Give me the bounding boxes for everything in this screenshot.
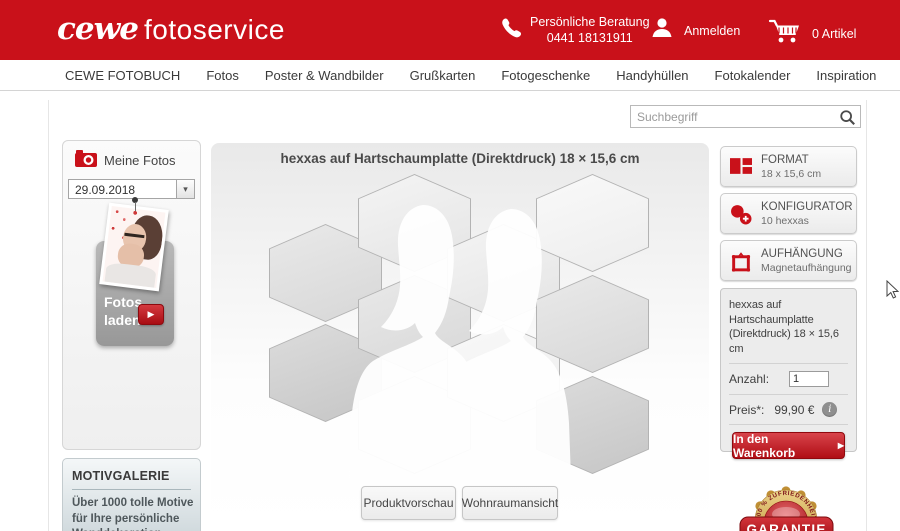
divider xyxy=(729,394,848,395)
main-nav: CEWE FOTOBUCH Fotos Poster & Wandbilder … xyxy=(0,60,900,91)
photo-date-value: 29.09.2018 xyxy=(75,183,136,197)
logo-script: cewe xyxy=(57,11,139,47)
nav-item-fotos[interactable]: Fotos xyxy=(206,68,239,83)
format-icon xyxy=(730,157,752,180)
hanging-value: Magnetaufhängung xyxy=(761,262,852,274)
photo-date-select[interactable]: 29.09.2018 ▾ xyxy=(68,179,195,199)
nav-item-fotogeschenke[interactable]: Fotogeschenke xyxy=(501,68,590,83)
phone-number: 0441 18131911 xyxy=(546,31,633,45)
search-icon[interactable] xyxy=(839,109,856,131)
add-to-cart-label: In den Warenkorb xyxy=(733,431,796,460)
configurator-icon xyxy=(730,204,752,230)
room-view-button[interactable]: Wohnraumansicht xyxy=(462,486,558,520)
sample-photo[interactable] xyxy=(99,202,169,292)
product-title: hexxas auf Hartschaumplatte (Direktdruck… xyxy=(280,151,640,166)
configurator-value: 10 hexxas xyxy=(761,215,809,227)
pin-icon xyxy=(131,197,139,211)
motivgalerie-text: Über 1000 tolle Motive für Ihre persönli… xyxy=(72,497,194,531)
login-button[interactable]: Anmelden xyxy=(650,16,740,45)
search-box xyxy=(630,105,861,128)
product-preview-button[interactable]: Produktvorschau xyxy=(361,486,456,520)
nav-item-grusskarten[interactable]: Grußkarten xyxy=(410,68,476,83)
search-input[interactable] xyxy=(631,106,836,127)
nav-item-fotobuch[interactable]: CEWE FOTOBUCH xyxy=(65,68,180,83)
price-value: 99,90 € xyxy=(774,402,815,417)
quantity-label: Anzahl: xyxy=(729,372,770,386)
configurator-option[interactable]: KONFIGURATOR 10 hexxas xyxy=(720,193,857,234)
format-option[interactable]: FORMAT 18 x 15,6 cm xyxy=(720,146,857,187)
hanging-icon xyxy=(730,251,752,278)
nav-item-inspiration[interactable]: Inspiration xyxy=(816,68,876,83)
nav-item-fotokalender[interactable]: Fotokalender xyxy=(715,68,791,83)
play-icon: ▶ xyxy=(138,304,164,325)
quantity-input[interactable] xyxy=(789,371,830,387)
cursor-icon xyxy=(886,280,900,299)
nav-item-handyhuellen[interactable]: Handyhüllen xyxy=(616,68,688,83)
motivgalerie-title: MOTIVGALERIE xyxy=(72,469,191,490)
product-summary: hexxas auf Hartschaumplatte (Direktdruck… xyxy=(720,288,857,460)
price-label: Preis*: xyxy=(729,402,765,417)
cart-button[interactable]: 0 Artikel xyxy=(768,18,856,49)
logo-text: fotoservice xyxy=(144,14,285,45)
product-preview-panel: hexxas auf Hartschaumplatte (Direktdruck… xyxy=(211,143,709,531)
account-icon xyxy=(650,16,674,45)
header: cewe fotoservice Persönliche Beratung 044… xyxy=(0,0,900,60)
divider xyxy=(729,424,848,425)
configurator-title: KONFIGURATOR xyxy=(761,201,853,213)
info-icon[interactable]: i xyxy=(822,402,838,417)
nav-item-poster[interactable]: Poster & Wandbilder xyxy=(265,68,384,83)
cart-count-label: 0 Artikel xyxy=(812,26,857,41)
right-arrow-icon: ▶ xyxy=(837,441,844,450)
login-label: Anmelden xyxy=(684,23,741,38)
phone-label: Persönliche Beratung xyxy=(530,15,650,29)
phone-icon xyxy=(500,17,522,44)
add-to-cart-button[interactable]: In den Warenkorb ▶ xyxy=(732,431,845,460)
guarantee-seal: 100 % ZUFRIEDENHEIT GARANTIE xyxy=(739,486,834,531)
content-left-border xyxy=(48,100,49,531)
format-value: 18 x 15,6 cm xyxy=(761,168,822,180)
cart-icon xyxy=(768,18,802,49)
seal-banner-text: GARANTIE xyxy=(746,522,826,531)
content-right-border xyxy=(866,100,867,531)
motivgalerie-teaser[interactable]: MOTIVGALERIE Über 1000 tolle Motive für … xyxy=(62,458,201,531)
my-photos-label: Meine Fotos xyxy=(104,153,176,168)
product-name: hexxas auf Hartschaumplatte (Direktdruck… xyxy=(729,299,839,355)
hanging-option[interactable]: AUFHÄNGUNG Magnetaufhängung xyxy=(720,240,857,281)
phone-contact[interactable]: Persönliche Beratung 0441 18131911 xyxy=(500,14,650,46)
camera-icon xyxy=(74,149,98,173)
divider xyxy=(729,363,848,364)
page: cewe fotoservice Persönliche Beratung 044… xyxy=(0,0,900,531)
format-title: FORMAT xyxy=(761,154,809,166)
logo[interactable]: cewe fotoservice xyxy=(57,11,285,47)
dropdown-icon[interactable]: ▾ xyxy=(176,180,194,198)
hanging-title: AUFHÄNGUNG xyxy=(761,248,843,260)
